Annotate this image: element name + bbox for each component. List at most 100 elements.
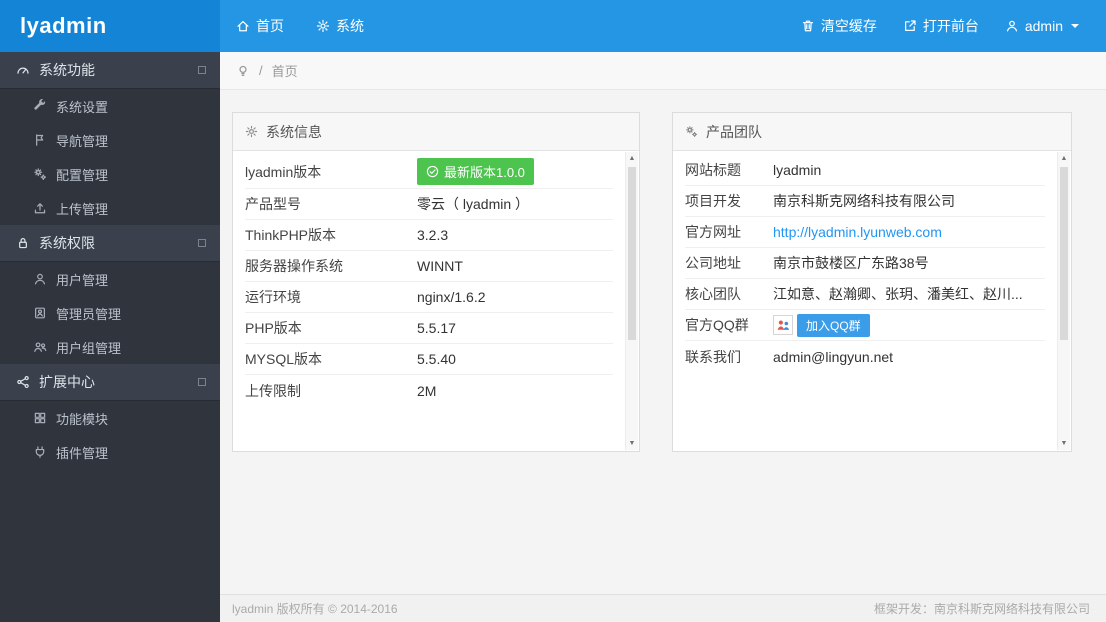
scroll-up-icon[interactable]: ▲ [626,152,638,165]
sidebar-item-function-modules[interactable]: 功能模块 [0,401,220,435]
plugin-icon [33,445,47,459]
upload-icon [33,201,47,215]
system-info-table: lyadmin版本 最新版本1.0.0 产品型号 零云（ lyadmin ） Think… [233,151,639,451]
sidebar-section-system-permissions[interactable]: 系统权限 [0,225,220,262]
header-nav-home[interactable]: 首页 [220,0,300,52]
clear-cache-button[interactable]: 清空缓存 [788,16,890,36]
item-label: 用户组管理 [56,340,122,356]
system-info-panel: 系统信息 lyadmin版本 最新版本1.0.0 产品型号 零云（ lyadmin ）… [232,112,640,452]
row-value: 3.2.3 [417,227,449,243]
cogs-icon [685,125,698,138]
gear-icon [245,125,258,138]
row-value: lyadmin [773,162,822,178]
header-nav-system[interactable]: 系统 [300,0,380,52]
grid-icon [33,411,47,425]
table-row: 服务器操作系统 WINNT [245,251,613,282]
sidebar-section-system-functions[interactable]: 系统功能 [0,52,220,89]
table-row: ThinkPHP版本 3.2.3 [245,220,613,251]
row-label: MYSQL版本 [245,351,323,367]
action-label: 打开前台 [922,18,979,34]
product-team-panel-header: 产品团队 [673,113,1071,151]
gear-icon [316,19,330,33]
footer-credit: 框架开发：南京科斯克网络科技有限公司 [873,602,1090,616]
section-label: 扩展中心 [39,374,95,390]
scroll-down-icon[interactable]: ▼ [626,437,638,450]
badge-label: 最新版本1.0.0 [444,165,525,180]
breadcrumb: / 首页 [220,52,1106,90]
qq-group-icon [773,315,793,335]
item-label: 管理员管理 [56,306,122,322]
main-content: 系统信息 lyadmin版本 最新版本1.0.0 产品型号 零云（ lyadmin ）… [220,90,1106,594]
table-row: 网站标题 lyadmin [685,155,1045,186]
external-link-icon [903,19,917,33]
row-value: admin@lingyun.net [773,348,894,365]
table-row: 产品型号 零云（ lyadmin ） [245,189,613,220]
sidebar-item-admin-management[interactable]: 管理员管理 [0,296,220,330]
sidebar-item-plugin-management[interactable]: 插件管理 [0,435,220,469]
latest-version-badge[interactable]: 最新版本1.0.0 [417,158,534,185]
user-icon [1005,19,1019,33]
row-value: nginx/1.6.2 [417,289,486,305]
home-icon [236,19,250,33]
user-icon [33,272,47,286]
scroll-up-icon[interactable]: ▲ [1058,152,1070,165]
footer-copyright: lyadmin 版权所有 © 2014-2016 [232,602,398,616]
scrollbar[interactable]: ▲ ▼ [1057,152,1070,450]
item-label: 用户管理 [56,272,109,288]
sidebar: 系统功能系统设置导航管理配置管理上传管理系统权限用户管理管理员管理用户组管理扩展… [0,52,220,622]
breadcrumb-separator: / [259,63,263,78]
action-label: 清空缓存 [820,18,877,34]
section-label: 系统功能 [39,62,95,78]
header-actions: 清空缓存 打开前台 admin [788,0,1106,52]
caret-down-icon [1071,24,1079,32]
table-row: MYSQL版本 5.5.40 [245,344,613,375]
users-group-icon [33,340,47,354]
row-label: 网站标题 [685,162,741,178]
breadcrumb-home[interactable]: 首页 [272,61,298,80]
row-label: 核心团队 [685,286,741,302]
table-row: 运行环境 nginx/1.6.2 [245,282,613,313]
row-label: 上传限制 [245,382,301,399]
item-label: 插件管理 [56,445,109,461]
check-circle-icon [426,165,439,178]
official-site-link[interactable]: http://lyadmin.lyunweb.com [773,224,942,240]
sidebar-item-nav-management[interactable]: 导航管理 [0,123,220,157]
table-row: 上传限制 2M [245,375,613,406]
lock-icon [16,236,30,250]
scroll-thumb[interactable] [1060,167,1068,340]
sidebar-item-usergroup-management[interactable]: 用户组管理 [0,330,220,364]
scroll-thumb[interactable] [628,167,636,340]
item-label: 上传管理 [56,201,109,217]
scrollbar[interactable]: ▲ ▼ [625,152,638,450]
row-value: 零云（ lyadmin ） [417,196,530,212]
nav-label: 首页 [256,18,284,34]
row-label: 联系我们 [685,348,741,365]
app-logo[interactable]: lyadmin [0,0,220,52]
panel-title: 系统信息 [266,123,322,140]
admin-menu[interactable]: admin [992,18,1092,34]
collapse-icon [198,378,206,386]
join-qq-group-button[interactable]: 加入QQ群 [773,313,870,337]
row-label: 公司地址 [685,255,741,271]
sidebar-item-system-settings[interactable]: 系统设置 [0,89,220,123]
row-label: 官方网址 [685,224,741,240]
sidebar-section-extension-center[interactable]: 扩展中心 [0,364,220,401]
footer: lyadmin 版权所有 © 2014-2016 框架开发：南京科斯克网络科技有… [220,594,1106,622]
row-value: 江如意、赵瀚卿、张玥、潘美红、赵川... [773,286,1023,302]
sidebar-item-config-management[interactable]: 配置管理 [0,157,220,191]
sidebar-item-user-management[interactable]: 用户管理 [0,262,220,296]
join-qq-label: 加入QQ群 [797,313,870,337]
flag-icon [33,133,47,147]
scroll-down-icon[interactable]: ▼ [1058,437,1070,450]
bulb-icon [236,64,250,78]
row-value: 5.5.17 [417,320,456,336]
open-frontend-button[interactable]: 打开前台 [890,16,992,36]
item-label: 导航管理 [56,133,109,149]
sidebar-item-upload-management[interactable]: 上传管理 [0,191,220,225]
row-label: 产品型号 [245,196,301,212]
row-value: 5.5.40 [417,351,456,367]
row-value: 南京科斯克网络科技有限公司 [773,193,955,209]
item-label: 系统设置 [56,99,109,115]
table-row: 官方网址 http://lyadmin.lyunweb.com [685,217,1045,248]
row-label: lyadmin版本 [245,163,322,180]
